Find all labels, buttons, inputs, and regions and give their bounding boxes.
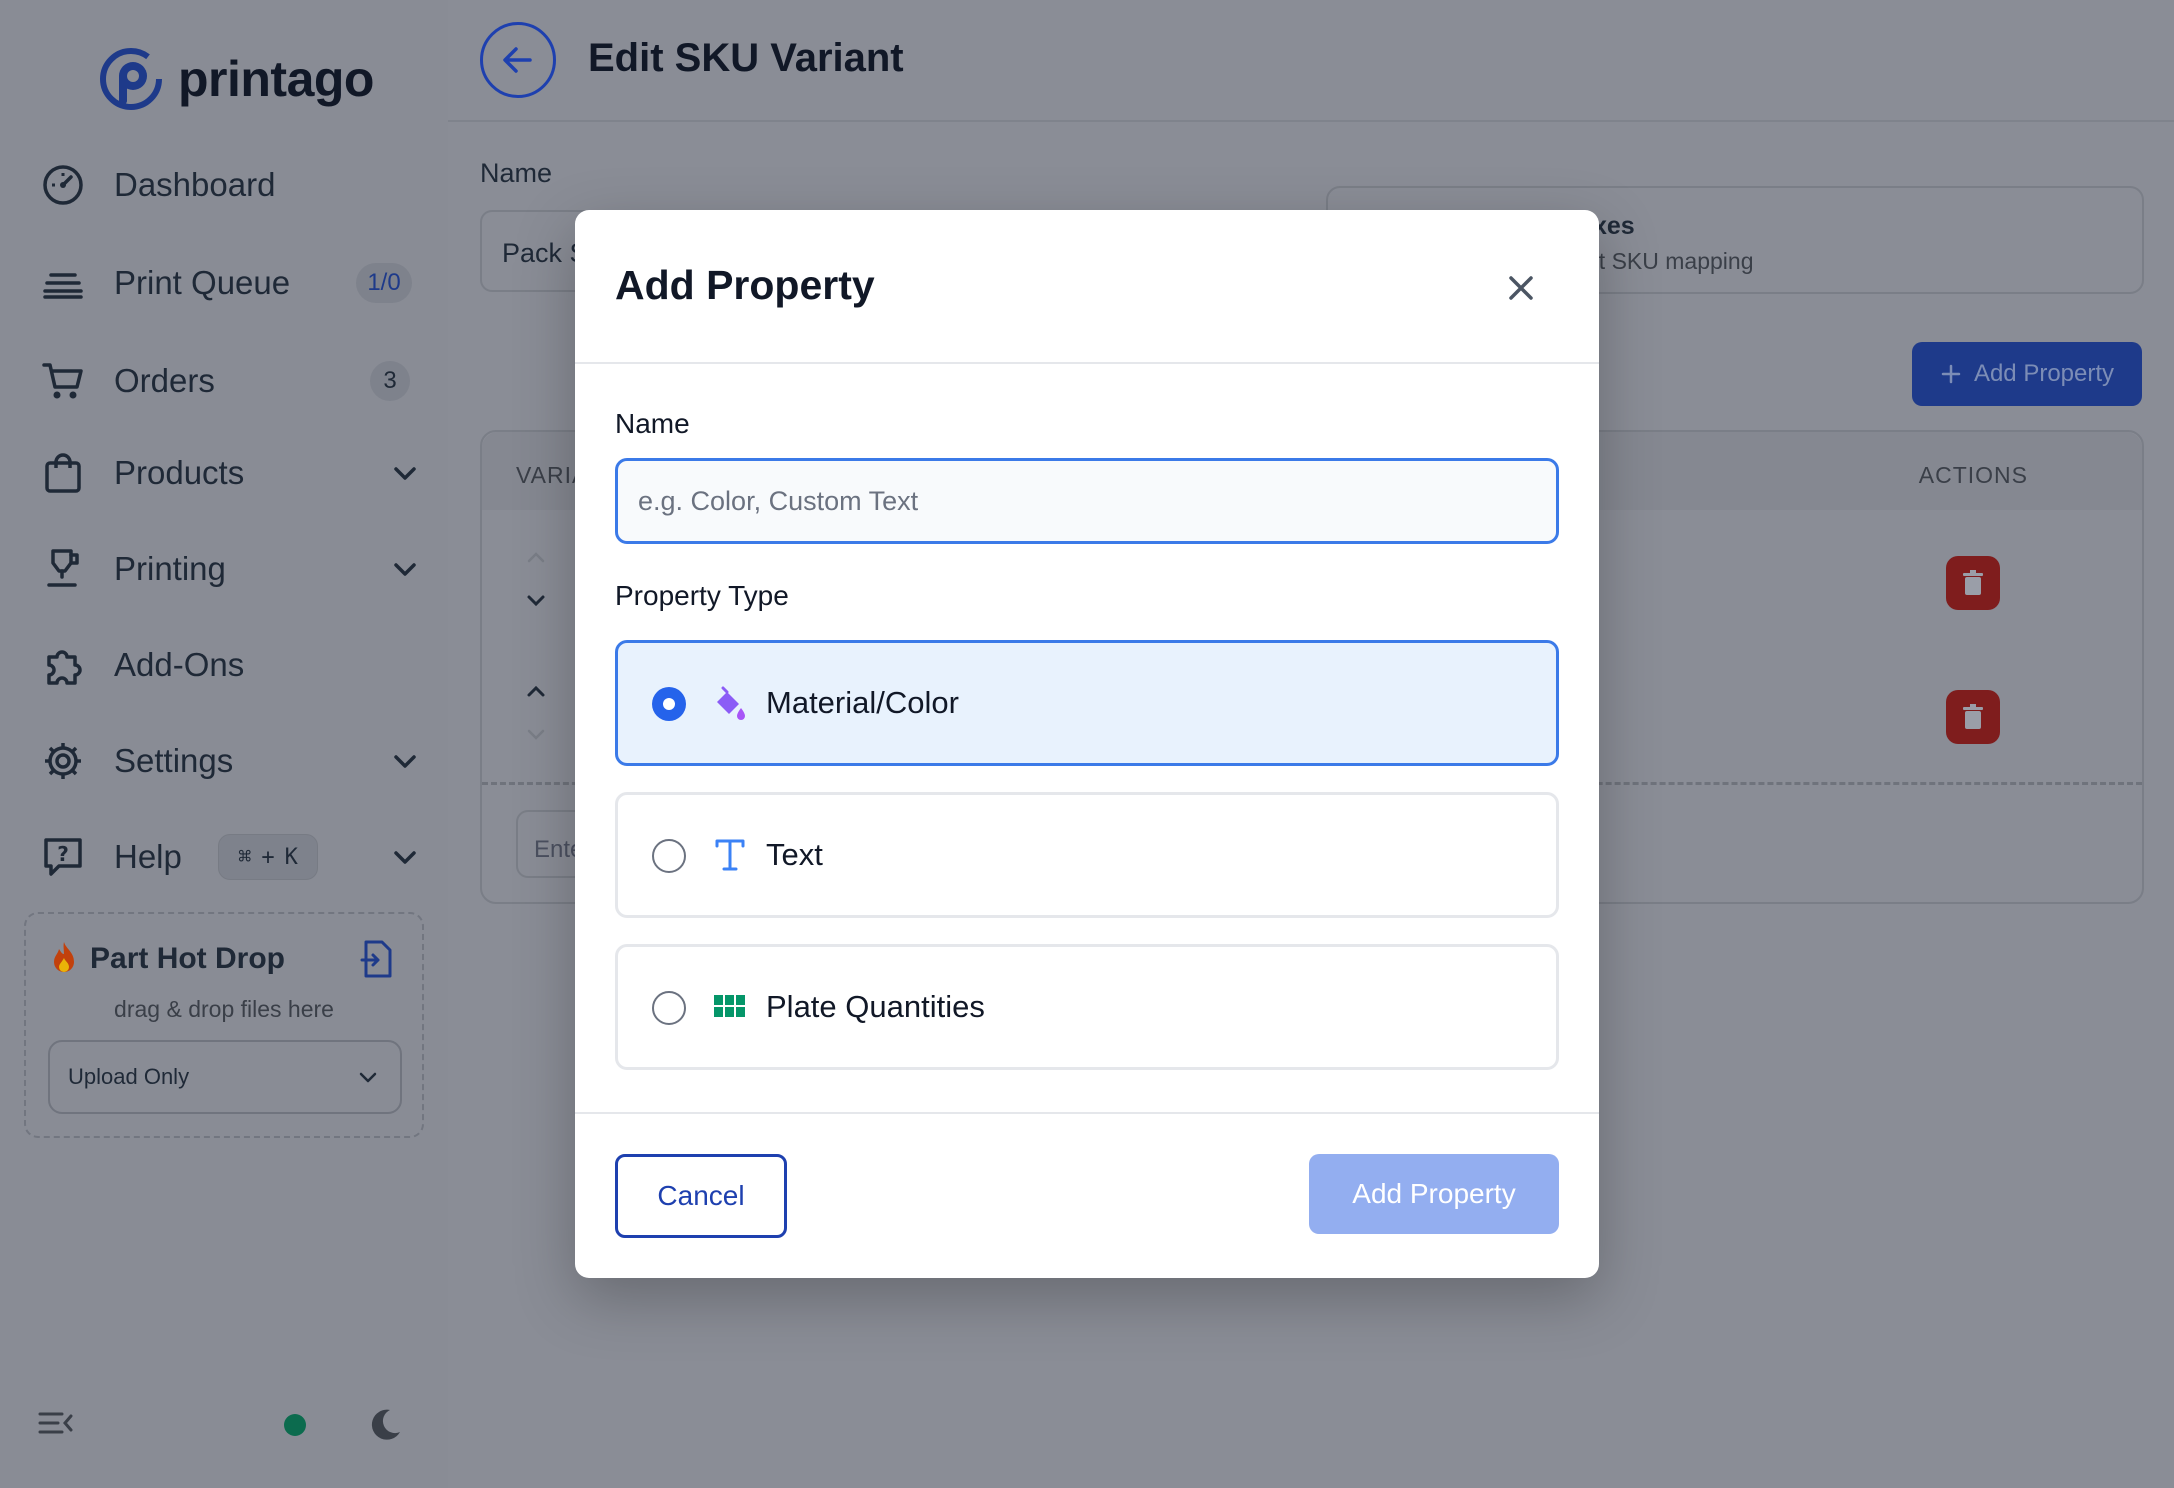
help-chat-icon: ?	[40, 834, 86, 880]
gear-icon	[40, 738, 86, 784]
shortcut-key: K	[284, 844, 298, 870]
sidebar-item-add-ons[interactable]: Add-Ons	[40, 630, 420, 700]
text-t-icon	[712, 837, 748, 873]
chevron-down-icon	[394, 467, 416, 480]
queue-list-icon	[40, 260, 86, 306]
delete-row-button[interactable]	[1946, 690, 2000, 744]
arrow-left-icon	[503, 47, 532, 73]
close-icon[interactable]	[1503, 270, 1539, 306]
shopping-bag-icon	[40, 450, 86, 496]
puzzle-icon	[40, 642, 86, 688]
name-field-label: Name	[480, 158, 553, 188]
sidebar-item-label: Print Queue	[114, 264, 291, 301]
sidebar-item-label: Dashboard	[114, 166, 276, 203]
collapse-sidebar-icon[interactable]	[38, 1408, 74, 1438]
orders-count-badge: 3	[370, 361, 410, 401]
add-property-button[interactable]: Add Property	[1912, 342, 2142, 406]
sidebar-item-printing[interactable]: Printing	[40, 534, 420, 604]
sidebar-item-help[interactable]: ? Help ⌘ + K	[40, 822, 420, 892]
logo[interactable]: printago	[98, 46, 374, 112]
property-type-option-text[interactable]: Text	[615, 792, 1559, 918]
radio-button[interactable]	[652, 839, 686, 873]
chevron-down-icon	[394, 755, 416, 768]
add-property-submit-button[interactable]: Add Property	[1309, 1154, 1559, 1234]
online-status-indicator	[284, 1414, 306, 1436]
upload-mode-select[interactable]: Upload Only	[48, 1040, 402, 1114]
gauge-icon	[40, 162, 86, 208]
move-up-icon[interactable]	[524, 546, 548, 570]
sidebar-item-label: Help	[114, 838, 182, 875]
move-up-icon[interactable]	[524, 680, 548, 704]
moon-icon[interactable]	[364, 1404, 404, 1444]
modal-header-divider	[575, 362, 1599, 364]
printer-nozzle-icon	[40, 546, 86, 592]
property-type-option-plate-quantities[interactable]: Plate Quantities	[615, 944, 1559, 1070]
paint-bucket-icon	[712, 685, 748, 721]
page-title: Edit SKU Variant	[588, 36, 904, 80]
option-label: Plate Quantities	[766, 989, 985, 1024]
info-subtitle: nt SKU mapping	[1586, 248, 1754, 274]
sidebar-item-label: Printing	[114, 550, 226, 587]
property-name-input[interactable]	[615, 458, 1559, 544]
move-down-icon[interactable]	[524, 722, 548, 746]
trash-icon	[1963, 704, 1983, 729]
trash-icon	[1963, 570, 1983, 595]
part-hot-drop-zone[interactable]: Part Hot Drop drag & drop files here Upl…	[24, 912, 424, 1138]
sidebar-item-products[interactable]: Products	[40, 438, 420, 508]
property-type-label: Property Type	[615, 580, 789, 611]
sidebar-item-label: Settings	[114, 742, 234, 779]
option-label: Text	[766, 837, 823, 872]
sidebar-item-orders[interactable]: Orders 3	[40, 346, 420, 416]
sidebar: printago Dashboard Print Queue 1/0 Order…	[0, 0, 448, 1488]
file-import-icon[interactable]	[360, 940, 394, 978]
delete-row-button[interactable]	[1946, 556, 2000, 610]
modal-title: Add Property	[615, 262, 875, 308]
option-label: Material/Color	[766, 685, 959, 720]
chevron-down-icon	[394, 563, 416, 576]
cancel-button[interactable]: Cancel	[615, 1154, 787, 1238]
upload-mode-value: Upload Only	[68, 1064, 190, 1089]
sidebar-item-label: Add-Ons	[114, 646, 245, 683]
plus-icon	[1941, 364, 1961, 384]
sidebar-item-print-queue[interactable]: Print Queue 1/0	[40, 248, 420, 318]
sidebar-item-settings[interactable]: Settings	[40, 726, 420, 796]
property-type-option-material-color[interactable]: Material/Color	[615, 640, 1559, 766]
hot-drop-title: Part Hot Drop	[90, 942, 285, 975]
property-name-label: Name	[615, 408, 690, 439]
printago-logo-icon	[100, 48, 162, 110]
svg-text:?: ?	[57, 842, 69, 866]
sidebar-item-label: Orders	[114, 362, 215, 399]
fire-icon	[54, 942, 74, 972]
add-property-label: Add Property	[1973, 360, 2115, 387]
grid-icon	[712, 989, 748, 1025]
cart-icon	[40, 358, 86, 404]
back-button[interactable]	[480, 22, 556, 98]
add-property-modal: Add Property Name Property Type Material…	[575, 210, 1599, 1278]
radio-button[interactable]	[652, 991, 686, 1025]
modal-footer-divider	[575, 1112, 1599, 1114]
keyboard-shortcut: ⌘ + K	[218, 834, 318, 880]
radio-button-selected[interactable]	[652, 687, 686, 721]
move-down-icon[interactable]	[524, 588, 548, 612]
chevron-down-icon	[359, 1072, 377, 1083]
sidebar-item-dashboard[interactable]: Dashboard	[40, 150, 420, 220]
command-key-icon: ⌘	[238, 844, 252, 870]
page-header: Edit SKU Variant	[448, 0, 2174, 122]
shortcut-plus: +	[261, 844, 275, 870]
chevron-down-icon	[394, 851, 416, 864]
hot-drop-subtitle: drag & drop files here	[114, 996, 334, 1022]
app-name: printago	[178, 51, 374, 107]
print-queue-count-badge: 1/0	[356, 263, 412, 303]
sidebar-item-label: Products	[114, 454, 245, 491]
column-header-actions: ACTIONS	[1918, 462, 2028, 488]
